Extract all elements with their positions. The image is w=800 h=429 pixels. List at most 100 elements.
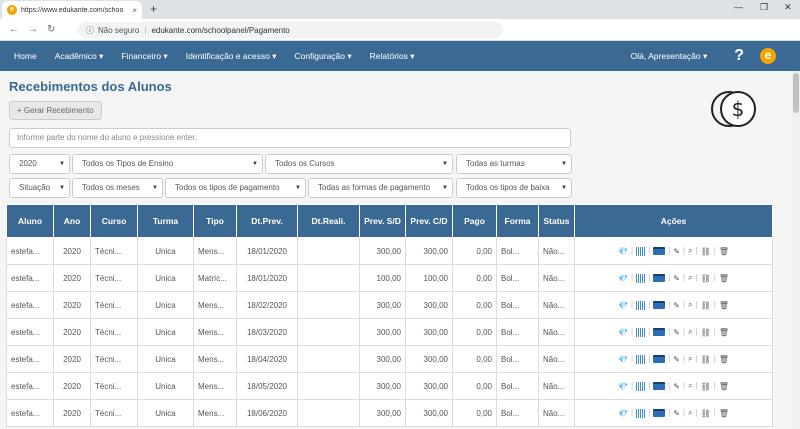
trash-icon[interactable]: 🗑	[719, 301, 729, 310]
search-icon[interactable]: ⌕	[688, 354, 692, 364]
edit-icon[interactable]: ✎	[673, 409, 680, 418]
barcode-icon[interactable]	[636, 300, 646, 310]
diamond-icon[interactable]: 💎	[618, 328, 628, 337]
reload-icon[interactable]: ↻	[47, 24, 57, 35]
link-icon[interactable]: ⛓	[701, 247, 711, 256]
table-row[interactable]: estefa... 2020 Técni... Unica Matríc... 18/01…	[6, 264, 773, 292]
barcode-icon[interactable]	[636, 381, 646, 391]
card-icon[interactable]	[653, 274, 666, 282]
barcode-icon[interactable]	[636, 273, 646, 283]
trash-icon[interactable]: 🗑	[719, 328, 729, 337]
edit-icon[interactable]: ✎	[673, 382, 680, 391]
user-menu[interactable]: Olá, Apresentação ▾	[622, 51, 717, 62]
page-scrollbar[interactable]	[792, 71, 800, 429]
edit-icon[interactable]: ✎	[673, 328, 680, 337]
column-header[interactable]: Ano	[53, 204, 91, 238]
column-header[interactable]: Ações	[574, 204, 773, 238]
nav-academico[interactable]: Acadêmico ▾	[46, 51, 113, 62]
column-header[interactable]: Curso	[90, 204, 138, 238]
trash-icon[interactable]: 🗑	[719, 409, 729, 418]
nav-configuracao[interactable]: Configuração ▾	[285, 51, 360, 62]
search-icon[interactable]: ⌕	[688, 381, 692, 391]
table-row[interactable]: estefa... 2020 Técni... Unica Mens... 18/03/2…	[6, 318, 773, 346]
edit-icon[interactable]: ✎	[673, 247, 680, 256]
gerar-recebimento-button[interactable]: + Gerar Recebimento	[9, 101, 102, 120]
diamond-icon[interactable]: 💎	[618, 247, 628, 256]
trash-icon[interactable]: 🗑	[719, 247, 729, 256]
column-header[interactable]: Prev. C/D	[405, 204, 453, 238]
column-header[interactable]: Dt.Reali.	[297, 204, 360, 238]
minimize-window-button[interactable]: —	[734, 2, 743, 12]
card-icon[interactable]	[653, 355, 666, 363]
new-tab-button[interactable]: +	[150, 2, 157, 16]
column-header[interactable]: Dt.Prev.	[236, 204, 298, 238]
diamond-icon[interactable]: 💎	[618, 301, 628, 310]
tipos-ensino-select[interactable]: Todos os Tipos de Ensino ▼	[72, 154, 263, 174]
info-icon[interactable]: ⓘ	[86, 25, 94, 36]
situacao-select[interactable]: Situação ▼	[9, 178, 70, 198]
edit-icon[interactable]: ✎	[673, 355, 680, 364]
barcode-icon[interactable]	[636, 246, 646, 256]
nav-identificacao-acesso[interactable]: Identificação e acesso ▾	[177, 51, 286, 62]
diamond-icon[interactable]: 💎	[618, 355, 628, 364]
barcode-icon[interactable]	[636, 354, 646, 364]
meses-select[interactable]: Todos os meses ▼	[72, 178, 163, 198]
edit-icon[interactable]: ✎	[673, 274, 680, 283]
diamond-icon[interactable]: 💎	[618, 409, 628, 418]
formas-pagamento-select[interactable]: Todas as formas de pagamento ▼	[308, 178, 453, 198]
edit-icon[interactable]: ✎	[673, 301, 680, 310]
close-tab-icon[interactable]: ×	[132, 6, 137, 15]
table-row[interactable]: estefa... 2020 Técni... Unica Mens... 18/06/2…	[6, 399, 773, 427]
nav-financeiro[interactable]: Financeiro ▾	[112, 51, 176, 62]
card-icon[interactable]	[653, 247, 666, 255]
link-icon[interactable]: ⛓	[701, 382, 711, 391]
search-icon[interactable]: ⌕	[688, 300, 692, 310]
column-header[interactable]: Prev. S/D	[359, 204, 406, 238]
trash-icon[interactable]: 🗑	[719, 274, 729, 283]
close-window-icon[interactable]: ✕	[784, 2, 792, 13]
search-icon[interactable]: ⌕	[688, 327, 692, 337]
barcode-icon[interactable]	[636, 327, 646, 337]
table-row[interactable]: estefa... 2020 Técni... Unica Mens... 18/01/2…	[6, 237, 773, 265]
table-row[interactable]: estefa... 2020 Técni... Unica Mens... 18/05/2…	[6, 372, 773, 400]
student-search-input[interactable]: Informe parte do nome do aluno e pressio…	[9, 128, 571, 148]
back-arrow-icon[interactable]: ←	[9, 24, 19, 35]
search-icon[interactable]: ⌕	[688, 408, 692, 418]
help-icon[interactable]: ?	[734, 47, 744, 65]
table-row[interactable]: estefa... 2020 Técni... Unica Mens... 18/02/2…	[6, 291, 773, 319]
link-icon[interactable]: ⛓	[701, 355, 711, 364]
restore-window-button[interactable]: ❐	[760, 2, 768, 13]
link-icon[interactable]: ⛓	[701, 409, 711, 418]
column-header[interactable]: Forma	[496, 204, 539, 238]
nav-home[interactable]: Home	[0, 51, 46, 61]
trash-icon[interactable]: 🗑	[719, 382, 729, 391]
forward-arrow-icon[interactable]: →	[28, 24, 38, 35]
column-header[interactable]: Aluno	[6, 204, 54, 238]
column-header[interactable]: Tipo	[193, 204, 237, 238]
tipos-pagamento-select[interactable]: Todos os tipos de pagamento ▼	[165, 178, 306, 198]
barcode-icon[interactable]	[636, 408, 646, 418]
ano-select[interactable]: 2020 ▼	[9, 154, 70, 174]
cursos-select[interactable]: Todos os Cursos ▼	[265, 154, 453, 174]
card-icon[interactable]	[653, 301, 666, 309]
omnibox[interactable]: ⓘ Não seguro | edukante.com/schoolpanel/…	[78, 22, 503, 38]
browser-tab[interactable]: e https://www.edukante.com/schoo ×	[2, 1, 142, 19]
column-header[interactable]: Pago	[452, 204, 497, 238]
table-row[interactable]: estefa... 2020 Técni... Unica Mens... 18/04/2…	[6, 345, 773, 373]
search-icon[interactable]: ⌕	[688, 273, 692, 283]
scrollbar-thumb[interactable]	[793, 73, 799, 113]
card-icon[interactable]	[653, 328, 666, 336]
diamond-icon[interactable]: 💎	[618, 382, 628, 391]
card-icon[interactable]	[653, 409, 666, 417]
card-icon[interactable]	[653, 382, 666, 390]
link-icon[interactable]: ⛓	[701, 274, 711, 283]
column-header[interactable]: Status	[538, 204, 575, 238]
trash-icon[interactable]: 🗑	[719, 355, 729, 364]
column-header[interactable]: Turma	[137, 204, 194, 238]
diamond-icon[interactable]: 💎	[618, 274, 628, 283]
link-icon[interactable]: ⛓	[701, 301, 711, 310]
nav-relatorios[interactable]: Relatórios ▾	[361, 51, 424, 62]
tipos-baixa-select[interactable]: Todos os tipos de baixa ▼	[456, 178, 572, 198]
link-icon[interactable]: ⛓	[701, 328, 711, 337]
search-icon[interactable]: ⌕	[688, 246, 692, 256]
